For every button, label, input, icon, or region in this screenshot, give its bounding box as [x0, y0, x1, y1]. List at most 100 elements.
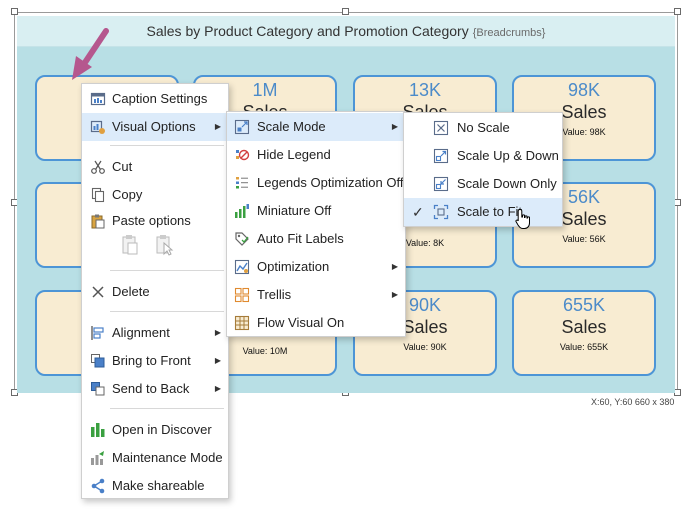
breadcrumbs: {Breadcrumbs}: [472, 27, 546, 39]
menu-item-scale-up-down[interactable]: Scale Up & Down: [404, 142, 562, 170]
menu-separator: [110, 270, 224, 271]
optimization-icon: [234, 259, 250, 275]
menu-label: Scale to Fit: [457, 204, 523, 219]
menu-item-auto-fit-labels[interactable]: Auto Fit Labels: [227, 225, 405, 253]
bar-chart-icon: [91, 423, 105, 437]
menu-item-bring-to-front[interactable]: Bring to Front ▶: [82, 347, 228, 375]
tile-label: Sales: [561, 317, 607, 337]
tile-sub: Value: 90K: [403, 342, 447, 352]
menu-item-copy[interactable]: Copy: [82, 181, 228, 209]
bring-to-front-icon: [91, 354, 105, 368]
checkmark-icon: ✓: [412, 204, 424, 220]
tag-icon: [235, 232, 249, 246]
menu-item-miniature[interactable]: Miniature Off: [227, 197, 405, 225]
tile-value: 98K: [567, 80, 601, 100]
menu-item-make-shareable[interactable]: Make shareable: [82, 472, 228, 500]
menu-item-scale-mode[interactable]: Scale Mode ▶: [227, 113, 405, 141]
visual-options-icon: [90, 120, 105, 134]
menu-label: Bring to Front: [112, 353, 191, 368]
menu-label: Send to Back: [112, 381, 190, 396]
menu-item-open-in-discover[interactable]: Open in Discover: [82, 416, 228, 444]
trellis-icon: [234, 287, 250, 303]
menu-label: Copy: [112, 187, 143, 202]
menu-label: Legends Optimization Off: [257, 175, 404, 190]
kpi-tile[interactable]: 655K Sales Value: 655K: [512, 290, 656, 376]
menu-item-cut[interactable]: Cut: [82, 153, 228, 181]
menu-label: Optimization: [257, 259, 330, 274]
copy-icon: [91, 187, 105, 203]
submenu-arrow-icon: ▶: [214, 122, 221, 131]
resize-handle-bottom-right[interactable]: [674, 389, 681, 396]
maintenance-icon: [91, 451, 104, 465]
caption-settings-icon: [90, 92, 106, 106]
submenu-arrow-icon: ▶: [391, 122, 398, 131]
menu-label: No Scale: [457, 120, 510, 135]
menu-item-no-scale[interactable]: No Scale: [404, 114, 562, 142]
menu-label: Cut: [112, 159, 133, 174]
scale-to-fit-icon: [433, 204, 449, 220]
menu-label: Hide Legend: [257, 147, 331, 162]
menu-item-hide-legend[interactable]: Hide Legend: [227, 141, 405, 169]
legend-list-icon: [236, 177, 248, 189]
menu-item-optimization[interactable]: Optimization ▶: [227, 253, 405, 281]
menu-label: Open in Discover: [112, 422, 212, 437]
share-icon: [91, 478, 105, 494]
menu-item-legends-optimization[interactable]: Legends Optimization Off: [227, 169, 405, 197]
context-menu: Caption Settings Visual Options ▶ Cut Co…: [81, 83, 229, 499]
menu-label: Trellis: [257, 287, 292, 302]
flow-visual-icon: [234, 315, 250, 331]
menu-label: Flow Visual On: [257, 315, 345, 330]
menu-item-paste-options: Paste options: [82, 207, 228, 235]
menu-label: Maintenance Mode: [112, 450, 223, 465]
menu-item-scale-down-only[interactable]: Scale Down Only: [404, 170, 562, 198]
menu-item-send-to-back[interactable]: Send to Back ▶: [82, 375, 228, 403]
resize-handle-right[interactable]: [674, 199, 681, 206]
paste-icon: [91, 214, 105, 229]
submenu-arrow-icon: ▶: [391, 290, 398, 299]
menu-item-visual-options[interactable]: Visual Options ▶: [82, 113, 228, 141]
visual-options-submenu: Scale Mode ▶ Hide Legend Legends Optimiz…: [226, 111, 406, 337]
paste-special-icon[interactable]: [154, 234, 174, 256]
scale-up-down-icon: [433, 148, 449, 164]
resize-handle-top-left[interactable]: [11, 8, 18, 15]
menu-label: Scale Mode: [257, 119, 326, 134]
submenu-arrow-icon: ▶: [391, 262, 398, 271]
menu-item-maintenance-mode[interactable]: Maintenance Mode: [82, 444, 228, 472]
menu-label: Alignment: [112, 325, 170, 340]
no-scale-icon: [433, 120, 449, 136]
delete-icon: [92, 286, 104, 298]
menu-label: Paste options: [112, 213, 191, 228]
menu-label: Scale Down Only: [457, 176, 557, 191]
menu-item-caption-settings[interactable]: Caption Settings: [82, 85, 228, 113]
scale-mode-icon: [234, 119, 250, 135]
menu-item-scale-to-fit[interactable]: ✓ Scale to Fit: [404, 198, 562, 226]
scale-down-icon: [433, 176, 449, 192]
paste-option-icon[interactable]: [120, 234, 140, 256]
resize-handle-top-right[interactable]: [674, 8, 681, 15]
submenu-arrow-icon: ▶: [214, 384, 221, 393]
tile-value: 13K: [408, 80, 442, 100]
scissors-icon: [91, 160, 105, 174]
menu-separator: [110, 311, 224, 312]
menu-separator: [110, 145, 224, 146]
visual-caption: Sales by Product Category and Promotion …: [17, 16, 675, 47]
tile-sub: Value: 655K: [559, 342, 609, 352]
annotation-arrow: [72, 28, 109, 80]
send-to-back-icon: [91, 382, 105, 396]
menu-label: Scale Up & Down: [457, 148, 559, 163]
menu-label: Caption Settings: [112, 91, 208, 106]
menu-item-trellis[interactable]: Trellis ▶: [227, 281, 405, 309]
menu-label: Make shareable: [112, 478, 205, 493]
menu-label: Visual Options: [112, 119, 196, 134]
resize-handle-top[interactable]: [342, 8, 349, 15]
menu-separator: [110, 408, 224, 409]
menu-label: Delete: [112, 284, 150, 299]
menu-item-delete[interactable]: Delete: [82, 278, 228, 306]
submenu-arrow-icon: ▶: [214, 328, 221, 337]
position-readout: X:60, Y:60 660 x 380: [591, 397, 675, 407]
tile-value: 655K: [562, 295, 606, 315]
menu-item-alignment[interactable]: Alignment ▶: [82, 319, 228, 347]
submenu-arrow-icon: ▶: [214, 356, 221, 365]
alignment-icon: [91, 326, 104, 340]
menu-item-flow-visual[interactable]: Flow Visual On: [227, 309, 405, 337]
